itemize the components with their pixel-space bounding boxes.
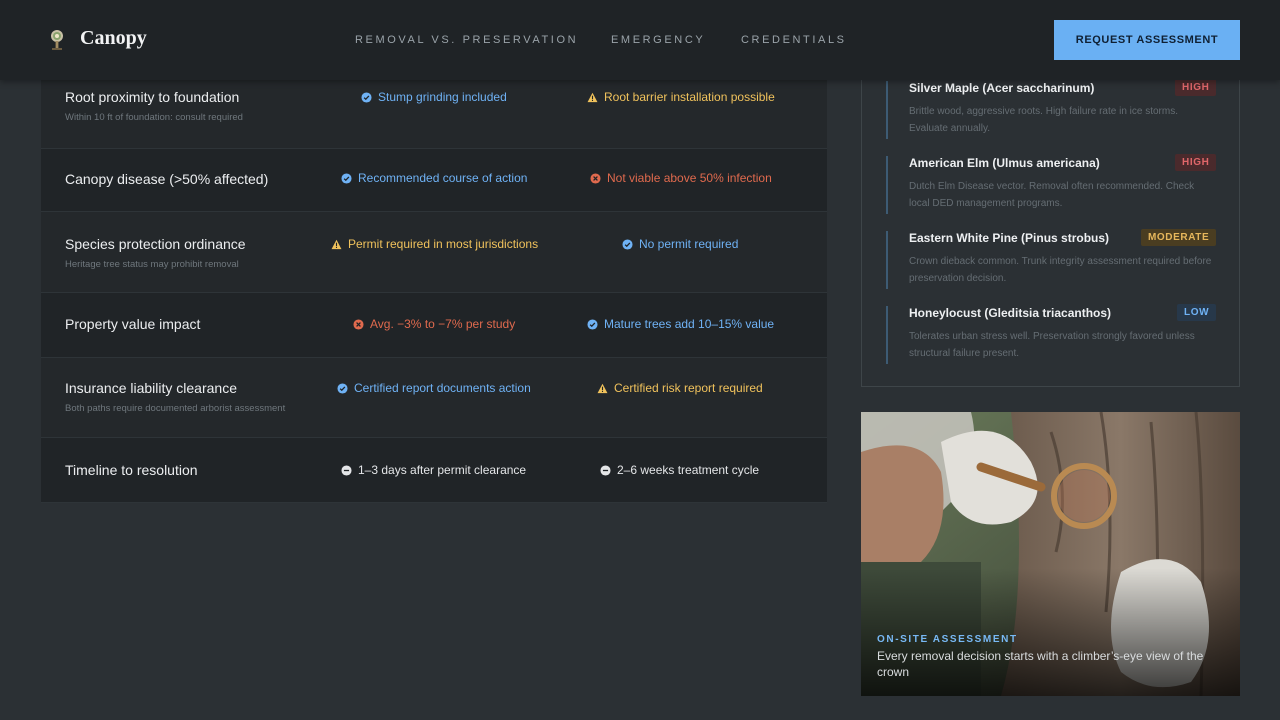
criterion-title: Timeline to resolution — [65, 462, 198, 478]
criterion-note: Heritage tree status may prohibit remova… — [65, 259, 239, 270]
removal-cell: 1–3 days after permit clearance — [341, 463, 526, 477]
check-icon — [361, 91, 372, 103]
species-risk-panel: Silver Maple (Acer saccharinum) HIGH Britt… — [861, 60, 1240, 387]
warning-icon — [587, 92, 598, 102]
removal-cell: Recommended course of action — [341, 171, 527, 185]
species-description: Tolerates urban stress well. Preservatio… — [909, 331, 1195, 359]
check-icon — [587, 318, 598, 330]
preservation-cell-text: No permit required — [639, 237, 739, 251]
criterion-title: Root proximity to foundation — [65, 89, 240, 105]
clock-icon — [341, 464, 352, 476]
criterion-title: Property value impact — [65, 316, 201, 332]
preservation-cell-text: Not viable above 50% infection — [607, 171, 772, 185]
preservation-cell-text: 2–6 weeks treatment cycle — [617, 463, 760, 477]
table-row: Root proximity to foundation Within 10 ft… — [41, 80, 827, 149]
preservation-cell-text: Mature trees add 10–15% value — [604, 317, 775, 331]
request-assessment-button[interactable]: REQUEST ASSESSMENT — [1054, 20, 1240, 60]
preservation-cell: No permit required — [622, 237, 738, 251]
photo-caption: Every removal decision starts with a cli… — [877, 649, 1204, 679]
removal-cell-text: Stump grinding included — [378, 90, 507, 104]
risk-badge: HIGH — [1175, 79, 1217, 96]
assessment-photo-card: ON-SITE ASSESSMENT Every removal decisio… — [861, 412, 1240, 696]
criterion-title: Insurance liability clearance — [65, 380, 237, 396]
removal-cell-text: 1–3 days after permit clearance — [358, 463, 527, 477]
check-icon — [622, 238, 633, 250]
species-name: Eastern White Pine (Pinus strobus) — [909, 231, 1110, 245]
removal-cell: Stump grinding included — [361, 90, 507, 104]
brand-name[interactable]: Canopy — [80, 27, 147, 50]
table-row: Species protection ordinance Heritage tre… — [41, 212, 827, 293]
species-name: Silver Maple (Acer saccharinum) — [909, 81, 1095, 95]
comparison-table: Root proximity to foundation Within 10 ft… — [41, 80, 827, 503]
nav-link-removal-vs-preservation[interactable]: REMOVAL VS. PRESERVATION — [355, 34, 578, 46]
preservation-cell: Mature trees add 10–15% value — [587, 317, 774, 331]
species-item[interactable]: Honeylocust (Gleditsia triacanthos) LOW To… — [886, 304, 1217, 364]
species-name: Honeylocust (Gleditsia triacanthos) — [909, 306, 1112, 320]
cross-icon — [353, 318, 364, 330]
cross-icon — [590, 172, 601, 184]
criterion-title: Species protection ordinance — [65, 236, 246, 252]
criterion-title: Canopy disease (>50% affected) — [65, 171, 269, 187]
removal-cell: Permit required in most jurisdictions — [331, 237, 538, 251]
check-icon — [341, 172, 352, 184]
nav-link-credentials[interactable]: CREDENTIALS — [741, 34, 847, 46]
preservation-cell: Root barrier installation possible — [587, 90, 775, 104]
warning-icon — [597, 383, 608, 393]
warning-icon — [331, 239, 342, 249]
species-description: Crown dieback common. Trunk integrity as… — [909, 256, 1212, 284]
risk-badge: MODERATE — [1141, 229, 1217, 246]
species-description: Dutch Elm Disease vector. Removal often … — [909, 181, 1195, 209]
preservation-cell-text: Certified risk report required — [614, 381, 763, 395]
clock-icon — [600, 464, 611, 476]
criterion-note: Within 10 ft of foundation: consult requ… — [65, 112, 243, 123]
nav-link-emergency[interactable]: EMERGENCY — [611, 34, 705, 46]
species-name: American Elm (Ulmus americana) — [909, 156, 1100, 170]
species-item[interactable]: American Elm (Ulmus americana) HIGH Dutch … — [886, 154, 1217, 214]
preservation-cell: Not viable above 50% infection — [590, 171, 772, 185]
species-description: Brittle wood, aggressive roots. High fai… — [909, 106, 1178, 134]
preservation-cell: 2–6 weeks treatment cycle — [600, 463, 759, 477]
removal-cell-text: Avg. −3% to −7% per study — [370, 317, 516, 331]
preservation-cell-text: Root barrier installation possible — [604, 90, 775, 104]
removal-cell: Avg. −3% to −7% per study — [353, 317, 515, 331]
removal-cell-text: Recommended course of action — [358, 171, 528, 185]
species-item[interactable]: Eastern White Pine (Pinus strobus) MODERA… — [886, 229, 1217, 289]
removal-cell: Certified report documents action — [337, 381, 531, 395]
removal-cell-text: Certified report documents action — [354, 381, 531, 395]
removal-cell-text: Permit required in most jurisdictions — [348, 237, 539, 251]
photo-kicker: ON-SITE ASSESSMENT — [877, 634, 1018, 645]
check-icon — [337, 382, 348, 394]
preservation-cell: Certified risk report required — [597, 381, 763, 395]
tree-logo-icon[interactable] — [47, 28, 67, 52]
table-row: Insurance liability clearance Both paths … — [41, 358, 827, 438]
risk-badge: HIGH — [1175, 154, 1217, 171]
top-navigation-bar: Canopy REMOVAL VS. PRESERVATION EMERGENC… — [0, 0, 1280, 80]
table-row: Timeline to resolution 1–3 days after per… — [41, 438, 827, 503]
table-row: Canopy disease (>50% affected) Recommende… — [41, 149, 827, 212]
criterion-note: Both paths require documented arborist a… — [65, 403, 286, 414]
table-row: Property value impact Avg. −3% to −7% per… — [41, 293, 827, 358]
risk-badge: LOW — [1177, 304, 1217, 321]
species-item[interactable]: Silver Maple (Acer saccharinum) HIGH Britt… — [886, 79, 1217, 139]
